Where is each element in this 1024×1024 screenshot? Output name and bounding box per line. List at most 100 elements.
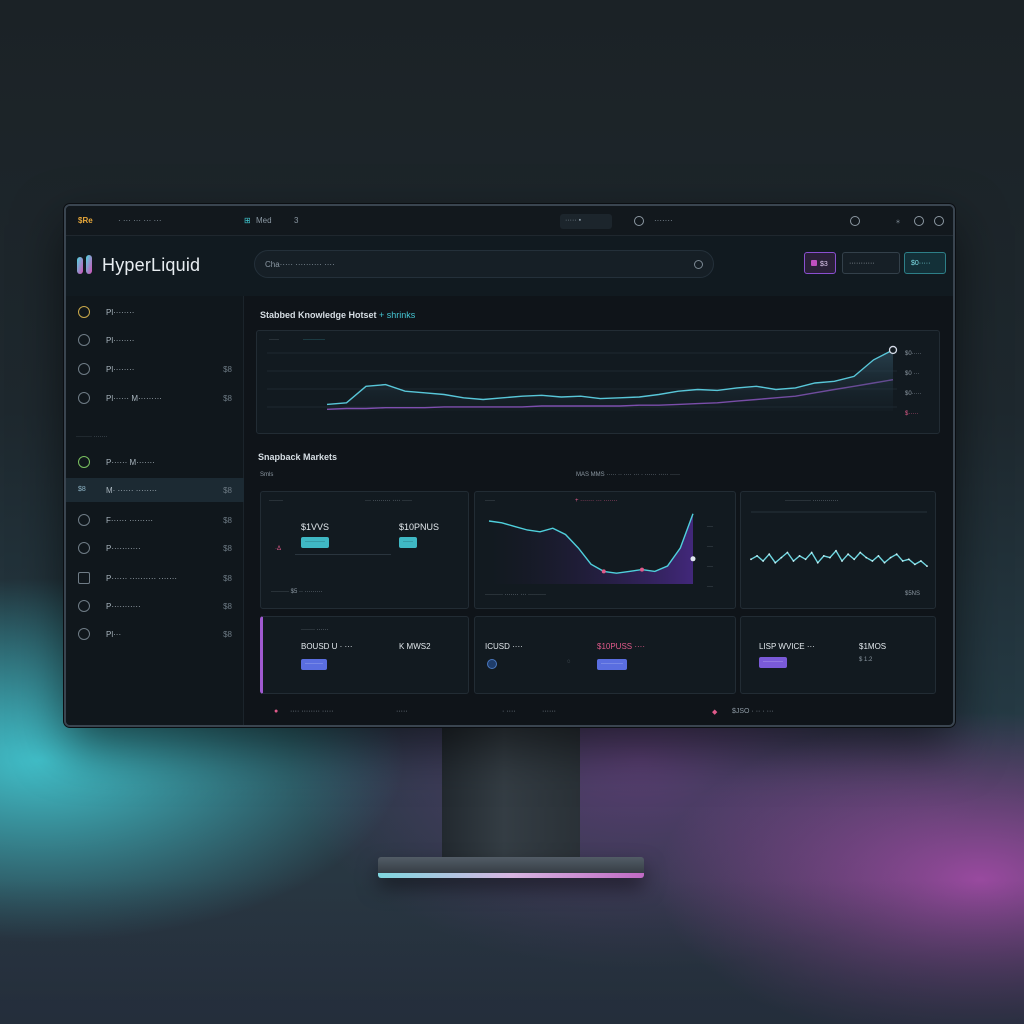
card2-footer: ········· ······· ··· ········· — [485, 592, 546, 598]
card3-footer: $5NS — [905, 591, 921, 597]
chart-endpoint-marker — [888, 345, 898, 355]
chart-section-title: Stabbed Knowledge Hotset + shrinks — [260, 310, 416, 320]
sidebar-item-6-active[interactable]: $8 M· ······ ········ $8 — [66, 478, 244, 502]
grid-icon — [78, 572, 90, 584]
sidebar-item-10[interactable]: P··········· $8 — [66, 594, 244, 618]
clock-icon — [78, 542, 90, 554]
y-tick-label: $0 ··· — [905, 371, 919, 377]
card1-chip-a[interactable]: ·········· — [301, 537, 329, 548]
main-search-input[interactable]: Cha····· ·········· ···· — [254, 250, 714, 278]
card3-point — [847, 553, 850, 556]
card3-point — [768, 553, 771, 556]
connect-button[interactable]: $0····· — [904, 252, 946, 274]
sidebar-item-9[interactable]: P······ ·········· ······· $8 — [66, 566, 244, 590]
sidebar-item-11[interactable]: Pl··· $8 — [66, 622, 244, 646]
card3-point — [780, 556, 783, 559]
app-logo-text: HyperLiquid — [102, 255, 201, 275]
footer-alert-icon: ● — [274, 708, 279, 715]
footer-text-3[interactable]: · ···· — [502, 708, 516, 715]
globe-icon — [78, 600, 90, 612]
card5-toggle-icon[interactable] — [487, 659, 497, 669]
card5-value-b: $10PUSS ···· — [597, 642, 646, 651]
brand-badge: $Re — [78, 216, 93, 225]
card3-point — [841, 560, 843, 562]
tab-market-icon[interactable]: ⊞ — [244, 216, 251, 225]
card4-value-b: K MWS2 — [399, 642, 431, 651]
market-card-6[interactable]: LISP WVICE ··· $1MOS ·········· $ 1.2 — [740, 616, 936, 694]
refresh-icon — [78, 514, 90, 526]
footer-text-4[interactable]: ······ — [542, 708, 556, 715]
card3-point — [895, 553, 898, 556]
market-card-3[interactable]: ············· ············· $5NS — [740, 491, 936, 609]
floor-reflection — [0, 880, 1024, 1024]
card6-value-b: $1MOS — [859, 642, 887, 651]
logo-icon — [77, 255, 92, 274]
card2-y-tick: ··· — [707, 584, 713, 590]
footer-text-5[interactable]: $JSO · ·· · ··· — [732, 708, 774, 715]
notifications-icon[interactable] — [934, 216, 944, 226]
markets-filters[interactable]: MAS MMS ····· ·· ···· ··· · ······ ·····… — [576, 472, 680, 478]
wallet-button[interactable]: $3 — [804, 252, 836, 274]
card2-y-tick: ··· — [707, 564, 713, 570]
users-icon — [78, 628, 90, 640]
card1-value-b: $10PNUS — [399, 522, 440, 532]
app-header: HyperLiquid Cha····· ·········· ···· $3 … — [66, 236, 953, 296]
card3-series-line — [750, 549, 928, 567]
sidebar-group-label: ········ ······· — [76, 434, 108, 440]
info-icon — [78, 363, 90, 375]
market-icon: $8 — [78, 486, 86, 493]
main-content: Stabbed Knowledge Hotset + shrinks ·····… — [250, 296, 953, 725]
card4-chip[interactable]: ········· — [301, 659, 327, 670]
card5-mini-icon: ◌ — [567, 659, 571, 665]
card2-point — [601, 569, 606, 574]
top-search-field[interactable]: ····· ▪ — [560, 214, 612, 229]
sidebar-item-7[interactable]: F······ ········· $8 — [66, 508, 244, 532]
card5-value-a: ICUSD ···· — [485, 642, 523, 651]
network-button[interactable]: ··········· — [842, 252, 900, 274]
top-bar: $Re · ··· ··· ··· ··· ⊞ Med 3 ····· ▪ ··… — [66, 206, 953, 236]
price-chart[interactable]: $0····· $0 ··· $0····· $····· — [257, 331, 941, 435]
card3-point — [883, 561, 886, 564]
footer-text-1[interactable]: ···· ········ ····· — [290, 708, 334, 715]
card1-value-a: $1VVS — [301, 522, 330, 532]
market-card-2[interactable]: ····· + ······· ··· ······· ··· ··· ··· ···… — [474, 491, 736, 609]
monitor-screen: $Re · ··· ··· ··· ··· ⊞ Med 3 ····· ▪ ··… — [64, 204, 955, 727]
sidebar-item-3[interactable]: Pl········ $8 — [66, 357, 244, 381]
sidebar-item-4[interactable]: Pl······ M········· $8 — [66, 386, 244, 410]
sidebar-item-5[interactable]: P······ M······· — [66, 450, 244, 474]
markets-section-title: Snapback Markets — [258, 452, 338, 462]
footer-warning-icon: ◆ — [712, 709, 718, 716]
footer-text-2[interactable]: ····· — [396, 708, 408, 715]
gear-icon — [78, 392, 90, 404]
card3-point — [901, 560, 904, 562]
card3-point — [920, 560, 922, 562]
card3-point — [913, 563, 916, 566]
circle-icon — [78, 334, 90, 346]
sidebar-item-8[interactable]: P··········· $8 — [66, 536, 244, 560]
y-tick-label: $····· — [905, 411, 918, 417]
sidebar-item-1[interactable]: Pl········ — [66, 300, 244, 324]
card3-point — [828, 556, 831, 559]
globe-icon[interactable] — [634, 216, 644, 226]
card4-value-a: BOUSD U · ··· — [301, 642, 353, 651]
help-icon[interactable]: ⁎ — [896, 216, 900, 225]
sidebar-item-2[interactable]: Pl········ — [66, 328, 244, 352]
tab-count: 3 — [294, 216, 299, 225]
tab-label[interactable]: Med — [256, 216, 272, 225]
card2-y-tick: ··· — [707, 544, 713, 550]
card3-point — [859, 551, 862, 554]
card3-point — [774, 561, 777, 564]
user-icon[interactable] — [914, 216, 924, 226]
market-card-5[interactable]: ICUSD ···· $10PUSS ···· ◌ ··········· — [474, 616, 736, 694]
card3-point — [889, 556, 892, 559]
market-card-1[interactable]: ······· ··· ········· ···· ····· $1VVS $… — [260, 491, 469, 609]
settings-icon[interactable] — [850, 216, 860, 226]
card6-chip[interactable]: ·········· — [759, 657, 787, 668]
card6-value-c: $ 1.2 — [859, 657, 873, 663]
monitor-stand-glow-edge — [378, 873, 644, 878]
market-card-4[interactable]: ······· ······ BOUSD U · ··· K MWS2 ····… — [260, 616, 469, 694]
top-menu[interactable]: · ··· ··· ··· ··· — [118, 216, 162, 225]
card3-point — [865, 556, 868, 559]
card1-chip-b[interactable]: ····· — [399, 537, 417, 548]
card5-chip[interactable]: ··········· — [597, 659, 627, 670]
